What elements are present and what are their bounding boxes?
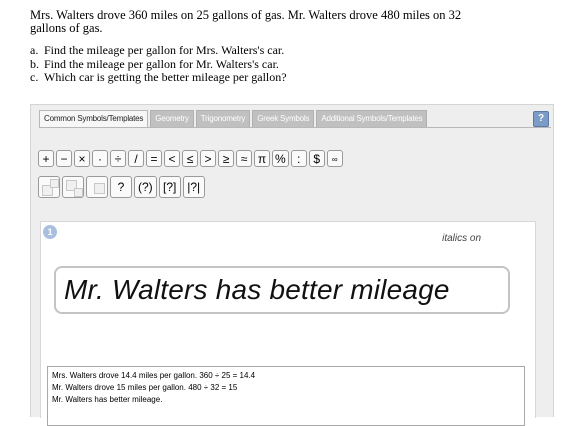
question-a: a. Find the mileage per gallon for Mrs. …: [30, 43, 287, 58]
superscript-template-button[interactable]: [38, 176, 60, 198]
dot-button[interactable]: ·: [92, 150, 108, 167]
symbol-tabs: Common Symbols/Templates Geometry Trigon…: [39, 110, 429, 127]
work-line: Mr. Walters drove 15 miles per gallon. 4…: [52, 383, 238, 392]
divide-button[interactable]: ÷: [110, 150, 126, 167]
brackets-template-button[interactable]: [?]: [158, 176, 181, 198]
parentheses-template-button[interactable]: (?): [134, 176, 157, 198]
less-equal-button[interactable]: ≤: [182, 150, 198, 167]
response-card: 1 italics on Mr. Walters has better mile…: [40, 221, 536, 426]
equals-button[interactable]: =: [146, 150, 162, 167]
question-c: c. Which car is getting the better milea…: [30, 70, 287, 85]
tab-additional-symbols[interactable]: Additional Symbols/Templates: [316, 110, 428, 127]
subscript-template-button[interactable]: [62, 176, 84, 198]
question-list: a. Find the mileage per gallon for Mrs. …: [30, 43, 287, 85]
question-marker: c.: [30, 70, 39, 84]
tab-divider: [39, 127, 551, 128]
template-toolbar: ? (?) [?] |?|: [38, 176, 207, 198]
tab-greek-symbols[interactable]: Greek Symbols: [252, 110, 315, 127]
template-radicand-box: [94, 183, 105, 194]
slash-button[interactable]: /: [128, 150, 144, 167]
tab-trigonometry[interactable]: Trigonometry: [195, 110, 251, 127]
answer-text: Mr. Walters has better mileage: [64, 274, 450, 305]
plus-button[interactable]: +: [38, 150, 54, 167]
help-button[interactable]: ?: [533, 111, 549, 127]
placeholder-template-button[interactable]: ?: [110, 176, 132, 198]
tab-common-symbols[interactable]: Common Symbols/Templates: [39, 110, 149, 127]
question-text: Find the mileage per gallon for Mr. Walt…: [44, 56, 279, 71]
absolute-value-template-button[interactable]: |?|: [182, 176, 205, 198]
greater-equal-button[interactable]: ≥: [218, 150, 234, 167]
question-marker: b.: [30, 56, 39, 71]
question-text: Which car is getting the better mileage …: [44, 70, 287, 84]
question-b: b. Find the mileage per gallon for Mr. W…: [30, 56, 287, 72]
answer-input[interactable]: Mr. Walters has better mileage: [54, 266, 510, 314]
less-than-button[interactable]: <: [164, 150, 180, 167]
work-line: Mr. Walters has better mileage.: [52, 395, 163, 404]
times-button[interactable]: ×: [74, 150, 90, 167]
template-subscript-box: [74, 188, 83, 197]
work-line: Mrs. Walters drove 14.4 miles per gallon…: [52, 371, 256, 380]
pi-button[interactable]: π: [254, 150, 270, 167]
tab-geometry[interactable]: Geometry: [150, 110, 194, 127]
work-textarea[interactable]: Mrs. Walters drove 14.4 miles per gallon…: [47, 366, 525, 426]
dollar-button[interactable]: $: [308, 150, 325, 167]
infinity-button[interactable]: ∞: [326, 150, 343, 167]
approx-button[interactable]: ≈: [236, 150, 252, 167]
greater-than-button[interactable]: >: [200, 150, 216, 167]
problem-statement: Mrs. Walters drove 360 miles on 25 gallo…: [30, 8, 462, 35]
square-root-template-button[interactable]: [86, 176, 108, 198]
question-text: Find the mileage per gallon for Mrs. Wal…: [44, 43, 285, 57]
percent-button[interactable]: %: [272, 150, 289, 167]
equation-editor-panel: Common Symbols/Templates Geometry Trigon…: [30, 104, 554, 426]
template-exponent-box: [50, 179, 59, 188]
symbol-toolbar: + − × · ÷ / = < ≤ > ≥ ≈ π % : $ ∞: [38, 150, 345, 167]
minus-button[interactable]: −: [56, 150, 72, 167]
italics-toggle[interactable]: italics on: [442, 233, 481, 244]
question-marker: a.: [30, 43, 39, 57]
step-number-badge: 1: [43, 225, 57, 239]
colon-button[interactable]: :: [290, 150, 307, 167]
